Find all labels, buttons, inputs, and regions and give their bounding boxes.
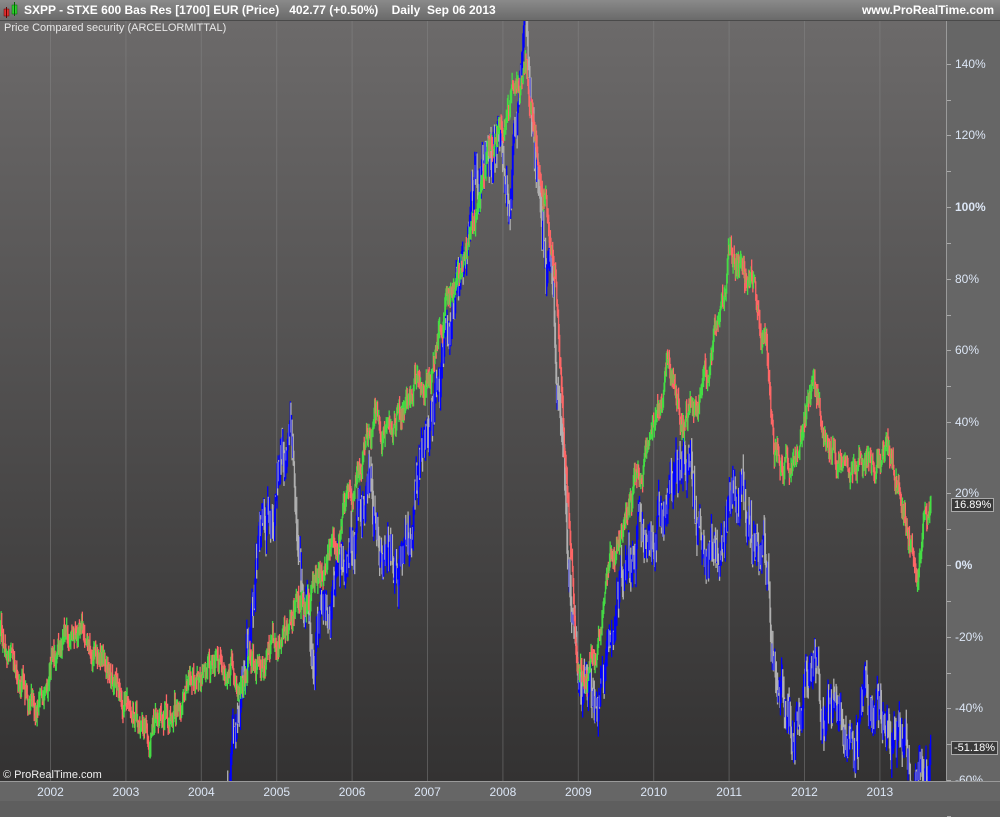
- y-tick: [947, 672, 951, 674]
- x-tick-label: 2004: [187, 785, 215, 799]
- y-tick: [947, 457, 951, 459]
- y-tick-label: 40%: [955, 414, 980, 429]
- y-tick: [947, 135, 951, 137]
- title-bar: SXPP - STXE 600 Bas Res [1700] EUR (Pric…: [0, 0, 1000, 21]
- y-tick-label: 60%: [955, 343, 980, 358]
- x-tick-label: 2008: [489, 785, 517, 799]
- y-tick: [947, 601, 951, 602]
- y-tick: [947, 565, 951, 566]
- y-tick: [947, 63, 951, 65]
- y-tick: [947, 386, 951, 388]
- copyright-label: © ProRealTime.com: [3, 769, 102, 781]
- y-tick-label: 0%: [955, 558, 973, 572]
- site-link[interactable]: www.ProRealTime.com: [862, 3, 994, 17]
- x-tick-label: 2012: [791, 785, 818, 799]
- y-tick: [947, 278, 951, 280]
- x-tick-label: 2010: [640, 785, 668, 799]
- last-value-tag: 16.89%: [951, 497, 995, 512]
- y-tick: [947, 350, 951, 352]
- instrument-title: SXPP - STXE 600 Bas Res [1700] EUR (Pric…: [24, 3, 496, 17]
- y-tick: [947, 636, 951, 638]
- chart-subtitle: Price Compared security (ARCELORMITTAL): [4, 22, 227, 34]
- y-tick-label: 140%: [955, 56, 986, 71]
- y-tick: [947, 708, 951, 710]
- x-tick-label: 2007: [414, 785, 441, 799]
- y-tick-label: 120%: [955, 128, 986, 143]
- y-tick-label: 100%: [955, 200, 986, 214]
- y-tick: [947, 314, 951, 316]
- x-tick-label: 2009: [564, 785, 592, 799]
- x-tick-label: 2011: [716, 785, 742, 799]
- price-chart: [0, 21, 932, 781]
- x-tick-label: 2003: [112, 785, 140, 799]
- y-tick-label: -40%: [955, 701, 984, 716]
- last-value-tag: -51.18%: [951, 741, 998, 756]
- y-tick: [947, 171, 951, 173]
- candlestick-logo-icon: [3, 2, 18, 18]
- y-axis[interactable]: 140% 120% 100% 80% 60% 40% 20% 0% -20% -40% -60%: [946, 21, 1000, 817]
- y-tick-label: -20%: [955, 629, 984, 644]
- y-tick: [947, 99, 951, 101]
- y-tick: [947, 421, 951, 423]
- y-tick: [947, 207, 951, 208]
- x-tick-label: 2013: [866, 785, 894, 799]
- x-tick-label: 2006: [338, 785, 366, 799]
- x-axis[interactable]: 2002 2003 2004 2005 2006 2007 2008 2009 2010 2011…: [0, 781, 1000, 801]
- y-tick: [947, 529, 951, 531]
- y-tick: [947, 493, 951, 495]
- y-tick: [947, 243, 951, 244]
- y-tick-label: 80%: [955, 271, 980, 286]
- x-tick-label: 2002: [37, 785, 64, 799]
- x-tick-label: 2005: [263, 785, 291, 799]
